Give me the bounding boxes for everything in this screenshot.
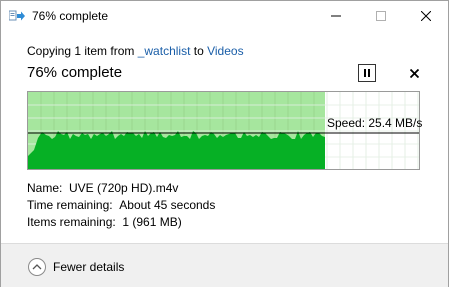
detail-items-remaining: Items remaining: 1 (961 MB) (27, 215, 182, 229)
name-label: Name: (27, 181, 63, 195)
detail-time-remaining: Time remaining: About 45 seconds (27, 198, 215, 212)
maximize-button (358, 1, 403, 31)
copy-middle: to (190, 44, 208, 58)
close-window-button[interactable] (403, 1, 448, 31)
pause-icon (364, 69, 370, 77)
time-label: Time remaining: (27, 198, 113, 212)
detail-name: Name: UVE (720p HD).m4v (27, 181, 178, 195)
footer-bar: Fewer details (1, 243, 448, 287)
copy-arrow-icon (9, 10, 25, 21)
speed-area (28, 131, 325, 169)
copy-description: Copying 1 item from _watchlist to Videos (27, 44, 244, 58)
speed-graph-svg (28, 92, 419, 169)
maximize-icon (375, 11, 386, 21)
copy-dialog-window: 76% complete Copying 1 item from _watchl… (0, 0, 449, 287)
fewer-details-link[interactable]: Fewer details (53, 260, 124, 274)
close-icon (420, 11, 431, 21)
title-bar[interactable]: 76% complete (1, 1, 448, 31)
window-title: 76% complete (32, 9, 109, 23)
minimize-icon (330, 15, 341, 17)
copy-prefix: Copying 1 item from (27, 44, 138, 58)
time-value: About 45 seconds (119, 198, 216, 212)
cancel-button[interactable] (406, 65, 422, 81)
source-folder-link[interactable]: _watchlist (138, 44, 191, 58)
pause-button[interactable] (358, 64, 376, 82)
cancel-icon (409, 68, 419, 78)
speed-label: Speed: 25.4 MB/s (327, 116, 423, 130)
items-label: Items remaining: (27, 215, 116, 229)
progress-headline: 76% complete (27, 64, 123, 81)
destination-folder-link[interactable]: Videos (207, 44, 243, 58)
minimize-button[interactable] (313, 1, 358, 31)
transfer-speed-graph (27, 91, 420, 170)
chevron-up-icon[interactable] (28, 258, 46, 276)
name-value: UVE (720p HD).m4v (69, 181, 179, 195)
items-value: 1 (961 MB) (122, 215, 182, 229)
